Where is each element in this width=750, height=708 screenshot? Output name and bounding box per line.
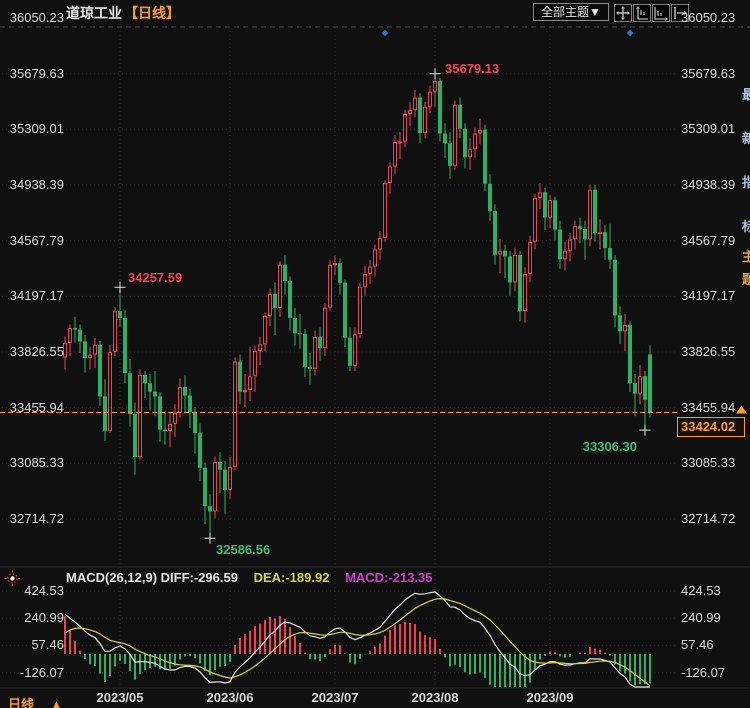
y-axis-label-left: 34567.79 xyxy=(0,234,64,248)
macd-indicator-header: MACD(26,12,9) DIFF:-296.59 DEA:-189.92 M… xyxy=(66,570,433,585)
price-marker-label: 35679.13 xyxy=(445,61,499,76)
current-price-arrow-icon xyxy=(736,406,747,414)
y-axis-label-left: 35679.63 xyxy=(0,67,64,81)
price-cross-icon xyxy=(115,282,126,293)
macd-axis-label-left: 57.46 xyxy=(0,638,64,652)
event-dot-icon xyxy=(382,30,388,36)
chart-title: 道琼工业 【日线】 xyxy=(66,3,180,23)
chart-canvas[interactable] xyxy=(0,0,750,708)
y-axis-label-right: 34197.17 xyxy=(681,289,735,303)
right-edge-tab-label-active[interactable]: 主 xyxy=(742,246,750,265)
macd-params-diff: MACD(26,12,9) DIFF:-296.59 xyxy=(66,570,238,585)
period-selector[interactable]: 日线 ▲ xyxy=(8,694,63,708)
symbol-name: 道琼工业 xyxy=(66,3,122,23)
macd-macd-value: MACD:-213.35 xyxy=(345,570,432,585)
macd-axis-label-right: -126.07 xyxy=(681,666,725,680)
macd-axis-label-right: 240.99 xyxy=(681,611,721,625)
period-text: 日线 xyxy=(8,697,34,708)
x-axis-month-label: 2023/07 xyxy=(303,690,367,705)
price-marker-label: 34257.59 xyxy=(128,270,182,285)
y-axis-label-right: 33826.55 xyxy=(681,345,735,359)
y-axis-label-left: 33085.33 xyxy=(0,456,64,470)
event-dot-icon xyxy=(627,30,633,36)
extreme-markers xyxy=(115,68,651,544)
x-axis-month-label: 2023/06 xyxy=(198,690,262,705)
y-axis-label-left: 36050.23 xyxy=(0,11,64,25)
x-axis-month-label: 2023/08 xyxy=(403,690,467,705)
chart-app: 道琼工业 【日线】 全部主题▼ MACD(26,12,9) DIFF:-296.… xyxy=(0,0,750,708)
macd-axis-label-right: 57.46 xyxy=(681,638,714,652)
y-axis-label-right: 35679.63 xyxy=(681,67,735,81)
y-axis-label-left: 32714.72 xyxy=(0,512,64,526)
x-axis-scale-icon[interactable] xyxy=(652,4,670,22)
right-edge-tab-label[interactable]: 新 xyxy=(742,128,750,147)
price-cross-icon xyxy=(430,68,441,79)
period-tag: 【日线】 xyxy=(124,3,180,23)
y-axis-label-right: 33085.33 xyxy=(681,456,735,470)
x-axis-month-label: 2023/09 xyxy=(518,690,582,705)
y-axis-label-left: 34938.39 xyxy=(0,178,64,192)
macd-dea-value: DEA:-189.92 xyxy=(254,570,330,585)
event-dots[interactable] xyxy=(382,30,633,36)
price-marker-label: 33306.30 xyxy=(583,439,637,454)
y-axis-label-right: 36050.23 xyxy=(681,11,735,25)
y-axis-label-left: 34197.17 xyxy=(0,289,64,303)
y-axis-scale-icon[interactable] xyxy=(633,4,651,22)
price-cross-icon xyxy=(640,425,651,436)
macd-axis-label-right: 424.53 xyxy=(681,584,721,598)
macd-axis-label-left: -126.07 xyxy=(0,666,64,680)
macd-axis-label-left: 424.53 xyxy=(0,584,64,598)
y-axis-label-left: 33455.94 xyxy=(0,401,64,415)
price-marker-label: 32586.56 xyxy=(216,542,270,557)
right-edge-tab-label[interactable]: 最 xyxy=(742,84,750,103)
y-axis-label-right: 34567.79 xyxy=(681,234,735,248)
period-arrow-icon: ▲ xyxy=(50,697,63,708)
right-edge-tab-label[interactable]: 标 xyxy=(742,216,750,235)
y-axis-label-right: 33455.94 xyxy=(681,401,735,415)
gridlines xyxy=(0,27,750,688)
theme-select-button[interactable]: 全部主题▼ xyxy=(533,3,609,21)
y-axis-label-right: 34938.39 xyxy=(681,178,735,192)
right-edge-tab-label[interactable]: 指 xyxy=(742,172,750,191)
candles-layer xyxy=(64,74,653,539)
y-axis-label-right: 32714.72 xyxy=(681,512,735,526)
price-cross-icon xyxy=(205,533,216,544)
right-edge-tab-label-active[interactable]: 题 xyxy=(742,269,750,288)
y-axis-label-left: 35309.01 xyxy=(0,122,64,136)
y-axis-label-left: 33826.55 xyxy=(0,345,64,359)
macd-axis-label-left: 240.99 xyxy=(0,611,64,625)
y-axis-label-right: 35309.01 xyxy=(681,122,735,136)
move-icon[interactable] xyxy=(614,4,632,22)
current-price-label: 33424.02 xyxy=(677,417,745,437)
x-axis-month-label: 2023/05 xyxy=(88,690,152,705)
